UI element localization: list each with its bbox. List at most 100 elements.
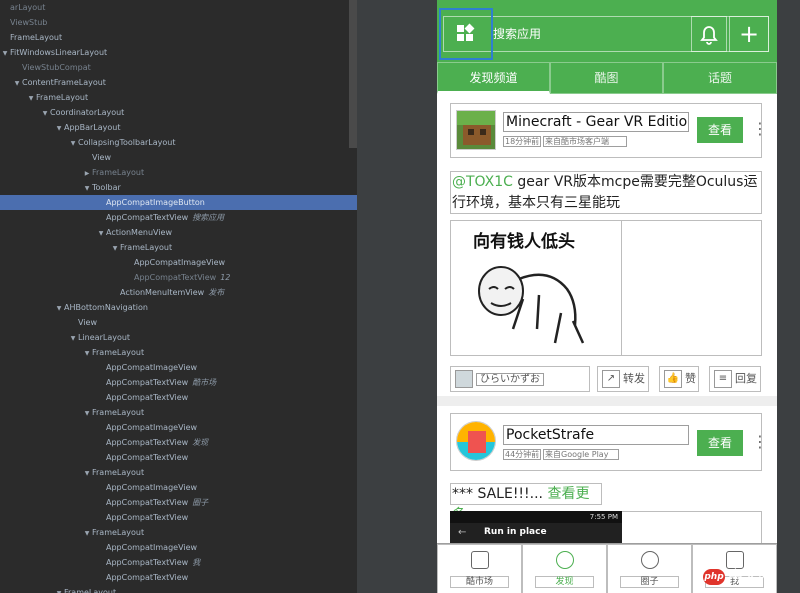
- expand-down-icon[interactable]: ▼: [40, 106, 50, 121]
- tree-node[interactable]: AppCompatTextView 圈子: [0, 495, 357, 510]
- expand-down-icon[interactable]: ▼: [82, 346, 92, 361]
- tree-node[interactable]: AppCompatTextView 12: [0, 270, 357, 285]
- like-button[interactable]: 👍 赞: [659, 366, 699, 392]
- expand-down-icon[interactable]: ▼: [12, 76, 22, 91]
- tree-node[interactable]: ▼FrameLayout: [0, 465, 357, 480]
- tree-node[interactable]: ▼ Toolbar: [0, 180, 357, 195]
- tree-node[interactable]: ▼ ContentFrameLayout: [0, 75, 357, 90]
- view-app-button[interactable]: 查看: [697, 117, 743, 143]
- tree-node[interactable]: AppCompatImageView: [0, 420, 357, 435]
- tree-node[interactable]: AppCompatTextView 搜索应用: [0, 210, 357, 225]
- tree-node-label: AppCompatTextView: [106, 498, 189, 507]
- thumbs-up-icon: 👍: [664, 370, 682, 388]
- tree-node[interactable]: ▼FrameLayout: [0, 405, 357, 420]
- tree-node[interactable]: ▼FrameLayout: [0, 585, 357, 593]
- tree-node[interactable]: AppCompatImageView: [0, 480, 357, 495]
- tree-node[interactable]: arLayout: [0, 0, 357, 15]
- tree-node[interactable]: ▼ CollapsingToolbarLayout: [0, 135, 357, 150]
- tree-node[interactable]: AppCompatTextView: [0, 570, 357, 585]
- expand-down-icon[interactable]: ▼: [54, 586, 64, 593]
- expand-down-icon[interactable]: ▼: [68, 331, 78, 346]
- tree-node[interactable]: ViewStubCompat: [0, 60, 357, 75]
- expand-down-icon[interactable]: ▼: [82, 466, 92, 481]
- expand-down-icon[interactable]: ▼: [82, 526, 92, 541]
- tree-node[interactable]: AppCompatImageView: [0, 360, 357, 375]
- expand-down-icon[interactable]: ▼: [54, 301, 64, 316]
- tree-node-label: LinearLayout: [78, 333, 131, 342]
- tree-node[interactable]: AppCompatTextView 酷市场: [0, 375, 357, 390]
- tree-node-label: AppBarLayout: [64, 123, 121, 132]
- tree-node[interactable]: View: [0, 315, 357, 330]
- user-mention[interactable]: @TOX1C: [452, 174, 513, 190]
- post-time: 44分钟前: [503, 449, 541, 460]
- app-name[interactable]: Minecraft - Gear VR Edition: [503, 112, 689, 132]
- publish-button[interactable]: +: [729, 16, 769, 52]
- expand-down-icon[interactable]: ▼: [110, 241, 120, 256]
- tree-node[interactable]: FrameLayout: [0, 30, 357, 45]
- tab-discover[interactable]: 发现频道: [437, 62, 550, 94]
- tree-node[interactable]: ▼ AHBottomNavigation: [0, 300, 357, 315]
- tree-node[interactable]: AppCompatImageView: [0, 255, 357, 270]
- expand-down-icon[interactable]: ▼: [82, 181, 92, 196]
- tree-node-label: ContentFrameLayout: [22, 78, 106, 87]
- meme-image[interactable]: 向有钱人低头: [450, 220, 622, 356]
- tree-node[interactable]: ▼FrameLayout: [0, 345, 357, 360]
- tree-node-label: AppCompatTextView: [106, 213, 189, 222]
- circle-plus-icon: [641, 551, 659, 569]
- tab-topics[interactable]: 话题: [663, 62, 777, 94]
- view-app-button[interactable]: 查看: [697, 430, 743, 456]
- divider-panel: [357, 0, 437, 593]
- tree-node[interactable]: AppCompatTextView 发现: [0, 435, 357, 450]
- tree-node[interactable]: AppCompatImageButton: [0, 195, 357, 210]
- tree-node[interactable]: ActionMenuItemView 发布: [0, 285, 357, 300]
- expand-down-icon[interactable]: ▼: [82, 406, 92, 421]
- tree-node[interactable]: ▼FrameLayout: [0, 90, 357, 105]
- more-options-icon[interactable]: ⋮: [751, 423, 769, 463]
- image-slot-empty[interactable]: [622, 220, 762, 356]
- user-avatar: [455, 370, 473, 388]
- bowing-figure-illustration: [478, 266, 585, 344]
- notification-button[interactable]: [691, 16, 727, 52]
- tree-node[interactable]: ▼ FitWindowsLinearLayout: [0, 45, 357, 60]
- nav-circle[interactable]: 圈子: [607, 544, 692, 593]
- expand-right-icon[interactable]: ▶: [82, 166, 92, 181]
- tree-node[interactable]: AppCompatTextView: [0, 450, 357, 465]
- search-apps-field[interactable]: 搜索应用: [489, 16, 691, 52]
- more-options-icon[interactable]: ⋮: [751, 110, 769, 150]
- tree-node[interactable]: ▼ LinearLayout: [0, 330, 357, 345]
- expand-down-icon[interactable]: ▼: [26, 91, 36, 106]
- tree-node-label: FrameLayout: [120, 243, 173, 252]
- tree-node[interactable]: AppCompatTextView 我: [0, 555, 357, 570]
- view-hierarchy-tree[interactable]: arLayout ViewStub FrameLayout ▼ FitWindowsLi…: [0, 0, 357, 593]
- app-name[interactable]: PocketStrafe: [503, 425, 689, 445]
- nav-label: 酷市场: [450, 576, 509, 588]
- tree-node-label: View: [92, 153, 111, 162]
- tree-node[interactable]: ▶ FrameLayout: [0, 165, 357, 180]
- nav-cool-market[interactable]: 酷市场: [437, 544, 522, 593]
- tree-node[interactable]: ▼FrameLayout: [0, 525, 357, 540]
- repost-button[interactable]: ↗ 转发: [597, 366, 649, 392]
- tree-node[interactable]: ▼ ActionMenuView: [0, 225, 357, 240]
- nav-discover[interactable]: 发现: [522, 544, 607, 593]
- expand-down-icon[interactable]: ▼: [54, 121, 64, 136]
- tree-node[interactable]: ▼FrameLayout: [0, 240, 357, 255]
- tree-node[interactable]: View: [0, 150, 357, 165]
- tab-cool-pics[interactable]: 酷图: [550, 62, 663, 94]
- app-menu-button[interactable]: [439, 8, 493, 60]
- expand-down-icon[interactable]: ▼: [68, 136, 78, 151]
- tree-node[interactable]: ▼ AppBarLayout: [0, 120, 357, 135]
- tree-node[interactable]: ViewStub: [0, 15, 357, 30]
- reply-button[interactable]: ≡ 回复: [709, 366, 761, 392]
- tree-node[interactable]: AppCompatTextView: [0, 390, 357, 405]
- tree-node[interactable]: ▼ CoordinatorLayout: [0, 105, 357, 120]
- bulb-icon: [556, 551, 574, 569]
- tree-node[interactable]: AppCompatTextView: [0, 510, 357, 525]
- post-author[interactable]: ひらいかずお: [450, 366, 590, 392]
- tree-node-label: FrameLayout: [64, 588, 117, 593]
- tree-node[interactable]: AppCompatImageView: [0, 540, 357, 555]
- expand-down-icon[interactable]: ▼: [0, 46, 10, 61]
- tree-scrollbar[interactable]: [349, 0, 357, 148]
- expand-down-icon[interactable]: ▼: [96, 226, 106, 241]
- tree-node-label: FrameLayout: [10, 33, 63, 42]
- right-margin-panel: [777, 0, 800, 593]
